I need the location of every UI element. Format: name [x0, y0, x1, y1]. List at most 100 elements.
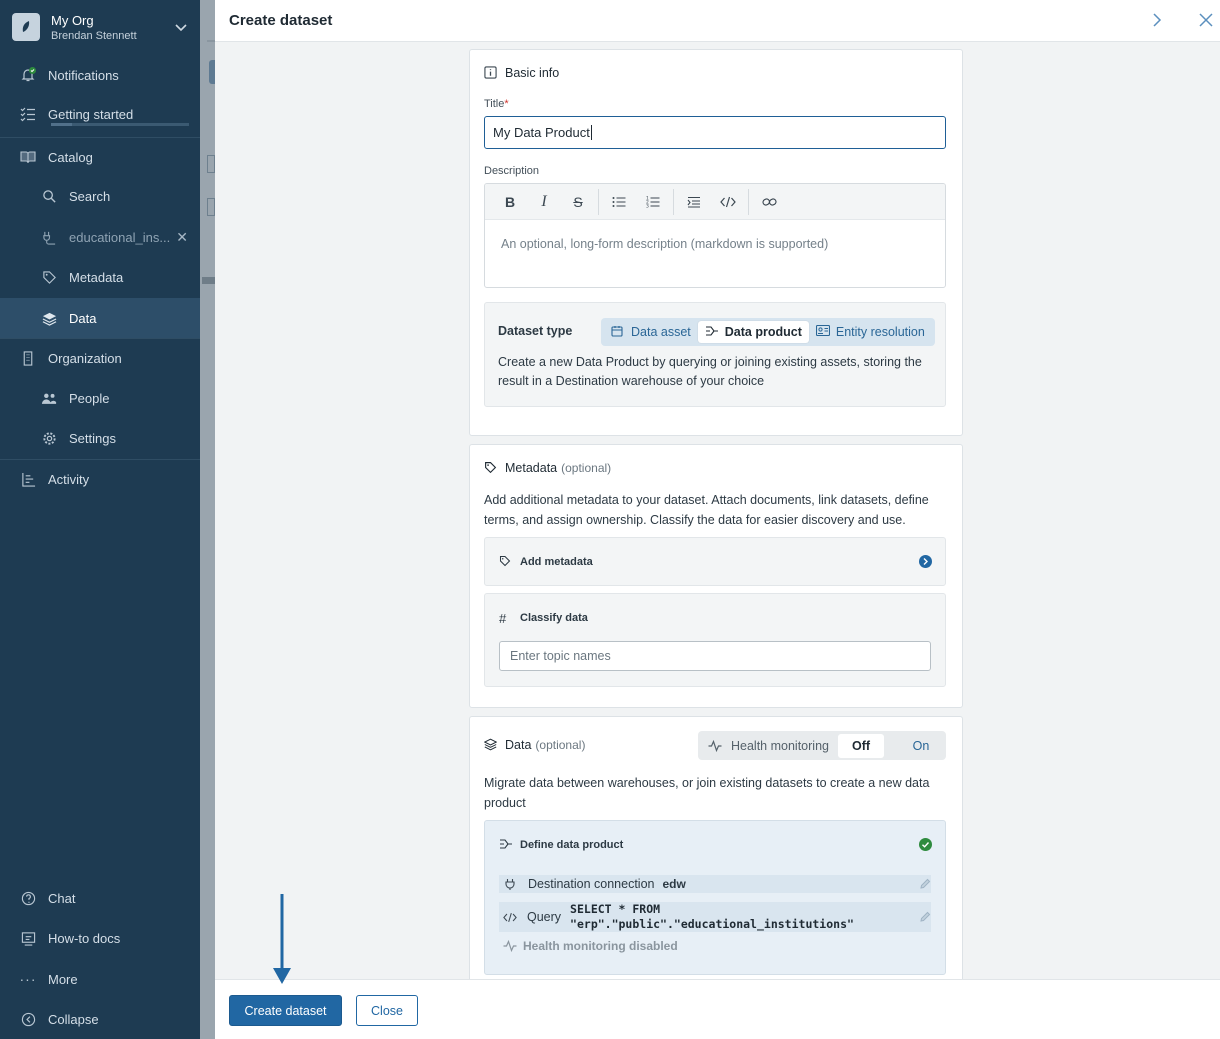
hash-icon: # — [499, 610, 507, 626]
sidebar-item-more[interactable]: ··· More — [0, 959, 200, 999]
org-name: My Org — [51, 12, 94, 28]
sidebar-item-data[interactable]: Data — [0, 298, 200, 338]
health-monitoring-on[interactable]: On — [898, 734, 944, 758]
query-code: SELECT * FROM "erp"."public"."educationa… — [570, 902, 854, 932]
sidebar-item-notifications[interactable]: Notifications — [0, 55, 200, 95]
add-metadata-row[interactable]: Add metadata — [484, 537, 946, 586]
define-data-product-box: Define data product Destination connecti… — [484, 820, 946, 975]
close-button[interactable]: Close — [356, 995, 418, 1026]
sidebar-item-label: educational_ins... — [69, 229, 171, 245]
description-placeholder[interactable]: An optional, long-form description (mark… — [485, 220, 945, 268]
collapse-icon — [20, 1011, 36, 1027]
sidebar-item-settings[interactable]: Settings — [0, 418, 200, 458]
edit-pencil-icon[interactable] — [919, 911, 931, 923]
section-title: Metadata — [505, 461, 558, 475]
sidebar-item-metadata[interactable]: Metadata — [0, 257, 200, 297]
book-icon — [20, 149, 36, 165]
description-label: Description — [484, 165, 540, 177]
panel-header: Create dataset — [215, 0, 1220, 42]
define-data-product-title: Define data product — [499, 838, 623, 852]
sidebar-item-label: Data — [69, 310, 97, 326]
close-icon[interactable] — [1197, 11, 1215, 29]
sidebar-item-label: Organization — [48, 350, 122, 366]
info-icon — [484, 66, 498, 80]
docs-icon — [20, 930, 36, 946]
backdrop-fragment — [202, 277, 215, 284]
sidebar-item-chat[interactable]: Chat — [0, 878, 200, 918]
basic-info-heading: Basic info — [484, 66, 559, 80]
title-input-value: My Data Product — [493, 125, 590, 140]
search-icon — [41, 188, 57, 204]
backdrop-fragment — [207, 155, 215, 173]
code-icon[interactable] — [711, 188, 745, 216]
close-icon[interactable]: ✕ — [176, 229, 188, 246]
tag-icon — [484, 461, 498, 475]
dataset-type-data-asset[interactable]: Data asset — [604, 321, 698, 343]
chevron-right-circle-icon[interactable] — [919, 555, 932, 568]
classify-data-box: # Classify data Enter topic names — [484, 593, 946, 687]
sidebar: My Org Brendan Stennett Notifications Ge… — [0, 0, 200, 1039]
text-caret — [590, 125, 592, 140]
sidebar-item-getting-started[interactable]: Getting started — [0, 94, 200, 134]
activity-chart-icon — [20, 471, 36, 487]
sidebar-item-label: Collapse — [48, 1011, 99, 1027]
sidebar-item-catalog[interactable]: Catalog — [0, 137, 200, 177]
title-input[interactable]: My Data Product — [484, 116, 946, 149]
bold-icon[interactable]: B — [493, 188, 527, 216]
backdrop-fragment — [207, 40, 215, 42]
chevron-right-icon[interactable] — [1148, 11, 1166, 29]
tag-icon — [41, 269, 57, 285]
org-switcher[interactable]: My Org Brendan Stennett — [0, 0, 200, 54]
getting-started-progress — [51, 123, 189, 126]
link-icon[interactable] — [752, 188, 786, 216]
pulse-icon — [503, 940, 517, 952]
metadata-card: Metadata (optional) Add additional metad… — [469, 444, 963, 708]
help-circle-icon — [20, 890, 36, 906]
sidebar-item-label: More — [48, 971, 78, 987]
dataset-type-label: Dataset type — [498, 324, 573, 338]
plug-icon — [505, 879, 515, 890]
more-dots-icon: ··· — [19, 971, 37, 987]
calendar-icon — [611, 325, 625, 339]
sidebar-item-activity[interactable]: Activity — [0, 459, 200, 499]
sidebar-item-label: Search — [69, 188, 111, 204]
query-label: Query — [527, 910, 562, 924]
sidebar-item-howto-docs[interactable]: How-to docs — [0, 918, 200, 958]
dataset-type-label-text: Data product — [724, 325, 802, 339]
topic-input[interactable]: Enter topic names — [499, 641, 931, 671]
editor-toolbar: B I S 123 — [485, 184, 945, 220]
sidebar-item-label: Getting started — [48, 106, 134, 122]
data-card: Data (optional) Health monitoring Off On… — [469, 716, 963, 991]
italic-icon[interactable]: I — [527, 188, 561, 216]
sidebar-item-label: Catalog — [48, 149, 93, 165]
annotation-arrow-icon — [273, 894, 291, 984]
metadata-heading: Metadata (optional) — [484, 461, 611, 475]
sidebar-item-search[interactable]: Search — [0, 176, 200, 216]
optional-tag: (optional) — [535, 738, 586, 752]
dataset-type-data-product[interactable]: Data product — [697, 321, 809, 343]
basic-info-card: Basic info Title* My Data Product Descri… — [469, 49, 963, 436]
query-row: Query SELECT * FROM "erp"."public"."educ… — [499, 902, 931, 932]
sidebar-item-collapse[interactable]: Collapse — [0, 999, 200, 1039]
sidebar-item-organization[interactable]: Organization — [0, 338, 200, 378]
merge-icon — [499, 838, 513, 852]
destination-connection-value: edw — [662, 877, 686, 891]
edit-pencil-icon[interactable] — [919, 878, 931, 890]
query-line: SELECT * FROM — [570, 902, 661, 916]
sidebar-item-educational-institutions[interactable]: educational_ins... ✕ — [0, 217, 200, 257]
sidebar-item-people[interactable]: People — [0, 378, 200, 418]
create-dataset-button[interactable]: Create dataset — [229, 995, 342, 1026]
dataset-type-entity-resolution[interactable]: Entity resolution — [809, 321, 932, 343]
page-backdrop — [200, 0, 215, 1039]
bullet-list-icon[interactable] — [602, 188, 636, 216]
health-disabled-text: Health monitoring disabled — [523, 939, 678, 953]
numbered-list-icon[interactable]: 123 — [636, 188, 670, 216]
strikethrough-icon[interactable]: S — [561, 188, 595, 216]
data-description: Migrate data between warehouses, or join… — [484, 776, 930, 810]
classify-data-title: # Classify data — [499, 610, 588, 626]
sidebar-item-label: Notifications — [48, 67, 119, 83]
sidebar-item-label: People — [69, 390, 110, 406]
health-monitoring-off[interactable]: Off — [838, 733, 884, 758]
optional-tag: (optional) — [561, 461, 612, 475]
indent-icon[interactable] — [677, 188, 711, 216]
